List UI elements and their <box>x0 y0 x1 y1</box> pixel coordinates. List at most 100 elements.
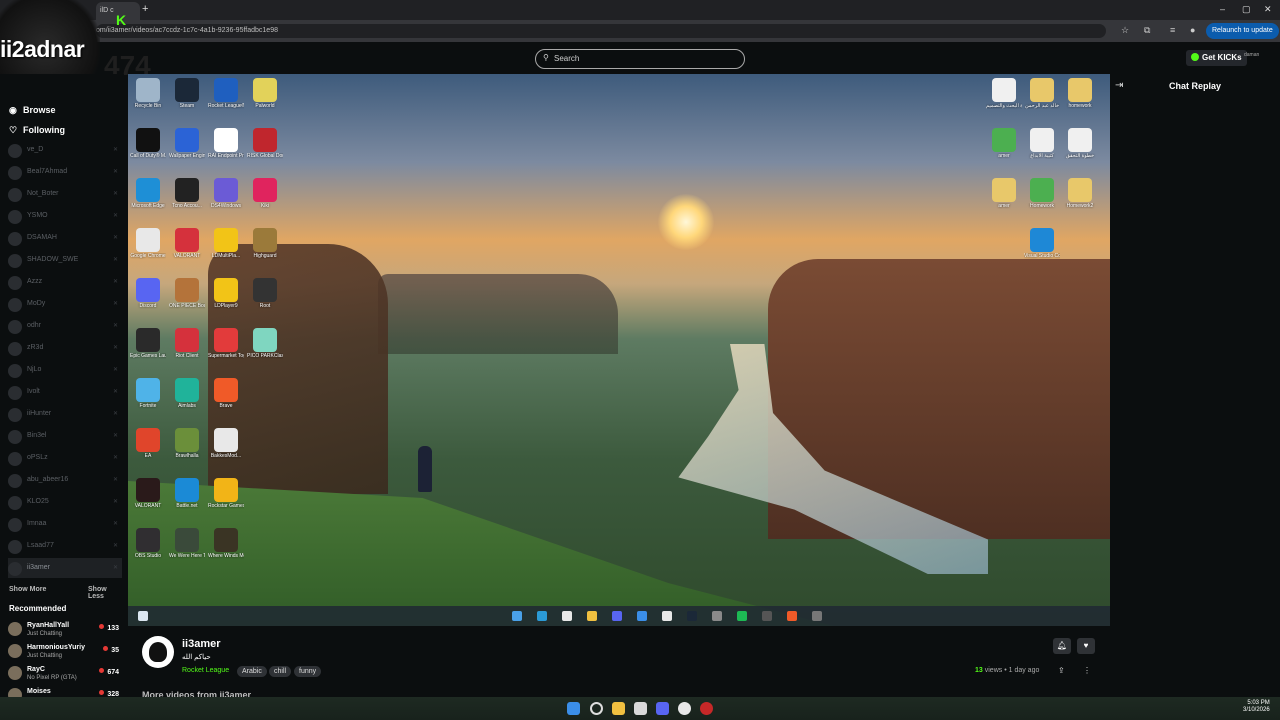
tag[interactable]: funny <box>294 666 322 677</box>
desktop-file-icon[interactable]: amer <box>986 128 1022 159</box>
bookmark-star-icon[interactable]: ☆ <box>1121 25 1129 36</box>
desktop-app-icon[interactable]: Fortnite <box>130 378 166 409</box>
desktop-app-icon[interactable]: Rockstar Games ... <box>208 478 244 509</box>
desktop-file-icon[interactable]: Visual Studio Code <box>1024 228 1060 259</box>
relaunch-button[interactable]: Relaunch to update <box>1206 23 1279 39</box>
sidebar-channel[interactable]: Not_Boter ✕ <box>8 184 122 204</box>
sidebar-channel[interactable]: YSMO ✕ <box>8 206 122 226</box>
get-kicks-button[interactable]: Get KICKs <box>1186 50 1247 66</box>
discord-icon[interactable] <box>656 702 669 715</box>
video-player[interactable]: Recycle Bin Steam Rocket League® Palworld Ca… <box>128 74 1110 626</box>
new-tab-icon[interactable]: + <box>142 3 148 15</box>
sidebar-channel[interactable]: iiHunter ✕ <box>8 404 122 424</box>
close-window-icon[interactable]: ✕ <box>1264 4 1272 15</box>
tag[interactable]: Arabic <box>237 666 267 677</box>
desktop-app-icon[interactable]: Recycle Bin <box>130 78 166 109</box>
maximize-icon[interactable]: ▢ <box>1242 4 1251 15</box>
search-icon[interactable] <box>590 702 603 715</box>
sidebar-channel[interactable]: SHADOW_SWE ✕ <box>8 250 122 270</box>
desktop-app-icon[interactable]: Microsoft Edge <box>130 178 166 209</box>
sidebar-channel[interactable]: Bin3el ✕ <box>8 426 122 446</box>
sidebar-channel[interactable]: ii3amer ✕ <box>8 558 122 578</box>
more-options-icon[interactable]: ⋮ <box>1083 666 1091 675</box>
desktop-app-icon[interactable]: Rocket League® <box>208 78 244 109</box>
desktop-app-icon[interactable]: PICO PARKClass... <box>247 328 283 359</box>
follow-heart-icon[interactable]: ♥ <box>1077 638 1095 654</box>
desktop-app-icon[interactable]: ONE PIECE Bounty Rush <box>169 278 205 309</box>
sidebar-channel[interactable]: abu_abeer16 ✕ <box>8 470 122 490</box>
recommended-channel[interactable]: RyanHallYall Just Chatting 133 <box>8 620 122 642</box>
sidebar-channel[interactable]: Ivolt ✕ <box>8 382 122 402</box>
desktop-app-icon[interactable]: Root <box>247 278 283 309</box>
start-icon[interactable] <box>567 702 580 715</box>
sidebar-channel[interactable]: DSAMAH ✕ <box>8 228 122 248</box>
sidebar-channel[interactable]: NjLo ✕ <box>8 360 122 380</box>
sidebar-channel[interactable]: MoDy ✕ <box>8 294 122 314</box>
desktop-app-icon[interactable]: RISK Global Domination <box>247 128 283 159</box>
desktop-file-icon[interactable]: Homework2 <box>1062 178 1098 209</box>
desktop-file-icon[interactable]: كتيبة الابداع <box>1024 128 1060 159</box>
desktop-app-icon[interactable]: Call of Duty® M... <box>130 128 166 159</box>
sidebar-channel[interactable]: Azzz ✕ <box>8 272 122 292</box>
desktop-app-icon[interactable]: Riot Client <box>169 328 205 359</box>
desktop-app-icon[interactable]: Supermarket Together <box>208 328 244 359</box>
nav-browse[interactable]: ◉ Browse <box>9 105 56 116</box>
show-less-button[interactable]: Show Less <box>88 586 124 600</box>
search-input[interactable]: ⚲ Search <box>535 49 745 69</box>
sidebar-channel[interactable]: Imnaa ✕ <box>8 514 122 534</box>
extensions-icon[interactable]: ⧉ <box>1144 25 1150 36</box>
category-link[interactable]: Rocket League <box>182 667 229 674</box>
desktop-app-icon[interactable]: Steam <box>169 78 205 109</box>
desktop-app-icon[interactable]: Highguard <box>247 228 283 259</box>
desktop-app-icon[interactable]: VALORANT <box>130 478 166 509</box>
desktop-file-icon[interactable]: amer <box>986 178 1022 209</box>
minimize-icon[interactable]: – <box>1220 4 1225 14</box>
taskbar-clock[interactable]: 5:03 PM 3/10/2026 <box>1243 700 1270 714</box>
desktop-app-icon[interactable]: LDPlayer9 <box>208 278 244 309</box>
desktop-app-icon[interactable]: EA <box>130 428 166 459</box>
show-more-button[interactable]: Show More <box>9 586 46 593</box>
app-icon[interactable] <box>700 702 713 715</box>
sidebar-channel[interactable]: oPSLz ✕ <box>8 448 122 468</box>
desktop-file-icon[interactable]: خطوة البحث والتصميم <box>986 78 1022 109</box>
url-field[interactable]: om/ii3amer/videos/ac7ccdz-1c7c-4a1b-9236… <box>96 24 1106 38</box>
recommended-channel[interactable]: HarmoniousYuriy Just Chatting 35 <box>8 642 122 664</box>
recommended-channel[interactable]: RayC No Pixel RP (GTA) 674 <box>8 664 122 686</box>
sidebar-channel[interactable]: odhr ✕ <box>8 316 122 336</box>
desktop-app-icon[interactable]: Brawlhalla <box>169 428 205 459</box>
desktop-app-icon[interactable]: BakkesMod... <box>208 428 244 459</box>
desktop-app-icon[interactable]: Aimlabs <box>169 378 205 409</box>
media-icon[interactable]: ≡ <box>1170 25 1175 35</box>
desktop-app-icon[interactable]: DS4Windows <box>208 178 244 209</box>
share-icon[interactable]: ⇪ <box>1058 666 1065 675</box>
desktop-app-icon[interactable]: VALORANT <box>169 228 205 259</box>
desktop-file-icon[interactable]: homework <box>1062 78 1098 109</box>
sidebar-channel[interactable]: Beal7Ahmad ✕ <box>8 162 122 182</box>
chrome-icon[interactable] <box>678 702 691 715</box>
desktop-app-icon[interactable]: Epic Games Launcher <box>130 328 166 359</box>
file-explorer-icon[interactable] <box>612 702 625 715</box>
user-avatar[interactable]: daman <box>1244 52 1259 64</box>
desktop-file-icon[interactable]: خطوة التحقق <box>1062 128 1098 159</box>
nav-following[interactable]: ♡ Following <box>9 125 65 136</box>
sidebar-channel[interactable]: ve_D ✕ <box>8 140 122 160</box>
desktop-app-icon[interactable]: RAI Endpoint Protection <box>208 128 244 159</box>
store-icon[interactable] <box>634 702 647 715</box>
desktop-file-icon[interactable]: Homework <box>1024 178 1060 209</box>
desktop-app-icon[interactable]: Kiki <box>247 178 283 209</box>
streamer-name[interactable]: ii3amer <box>182 638 221 650</box>
desktop-app-icon[interactable]: Where Winds Meet <box>208 528 244 559</box>
desktop-app-icon[interactable]: We Were Here T... <box>169 528 205 559</box>
desktop-app-icon[interactable]: Palworld <box>247 78 283 109</box>
profile-icon[interactable]: ● <box>1190 25 1195 35</box>
desktop-app-icon[interactable]: Brave <box>208 378 244 409</box>
notification-bell-icon[interactable]: 🔔︎ <box>1053 638 1071 654</box>
sidebar-channel[interactable]: KLO25 ✕ <box>8 492 122 512</box>
tag[interactable]: chill <box>269 666 292 677</box>
desktop-file-icon[interactable]: خالد عبد الرحمن <box>1024 78 1060 109</box>
sidebar-channel[interactable]: zR3d ✕ <box>8 338 122 358</box>
desktop-app-icon[interactable]: LDMultiPla... <box>208 228 244 259</box>
streamer-avatar[interactable] <box>142 636 174 668</box>
sidebar-channel[interactable]: Lsaad77 ✕ <box>8 536 122 556</box>
desktop-app-icon[interactable]: Discord <box>130 278 166 309</box>
